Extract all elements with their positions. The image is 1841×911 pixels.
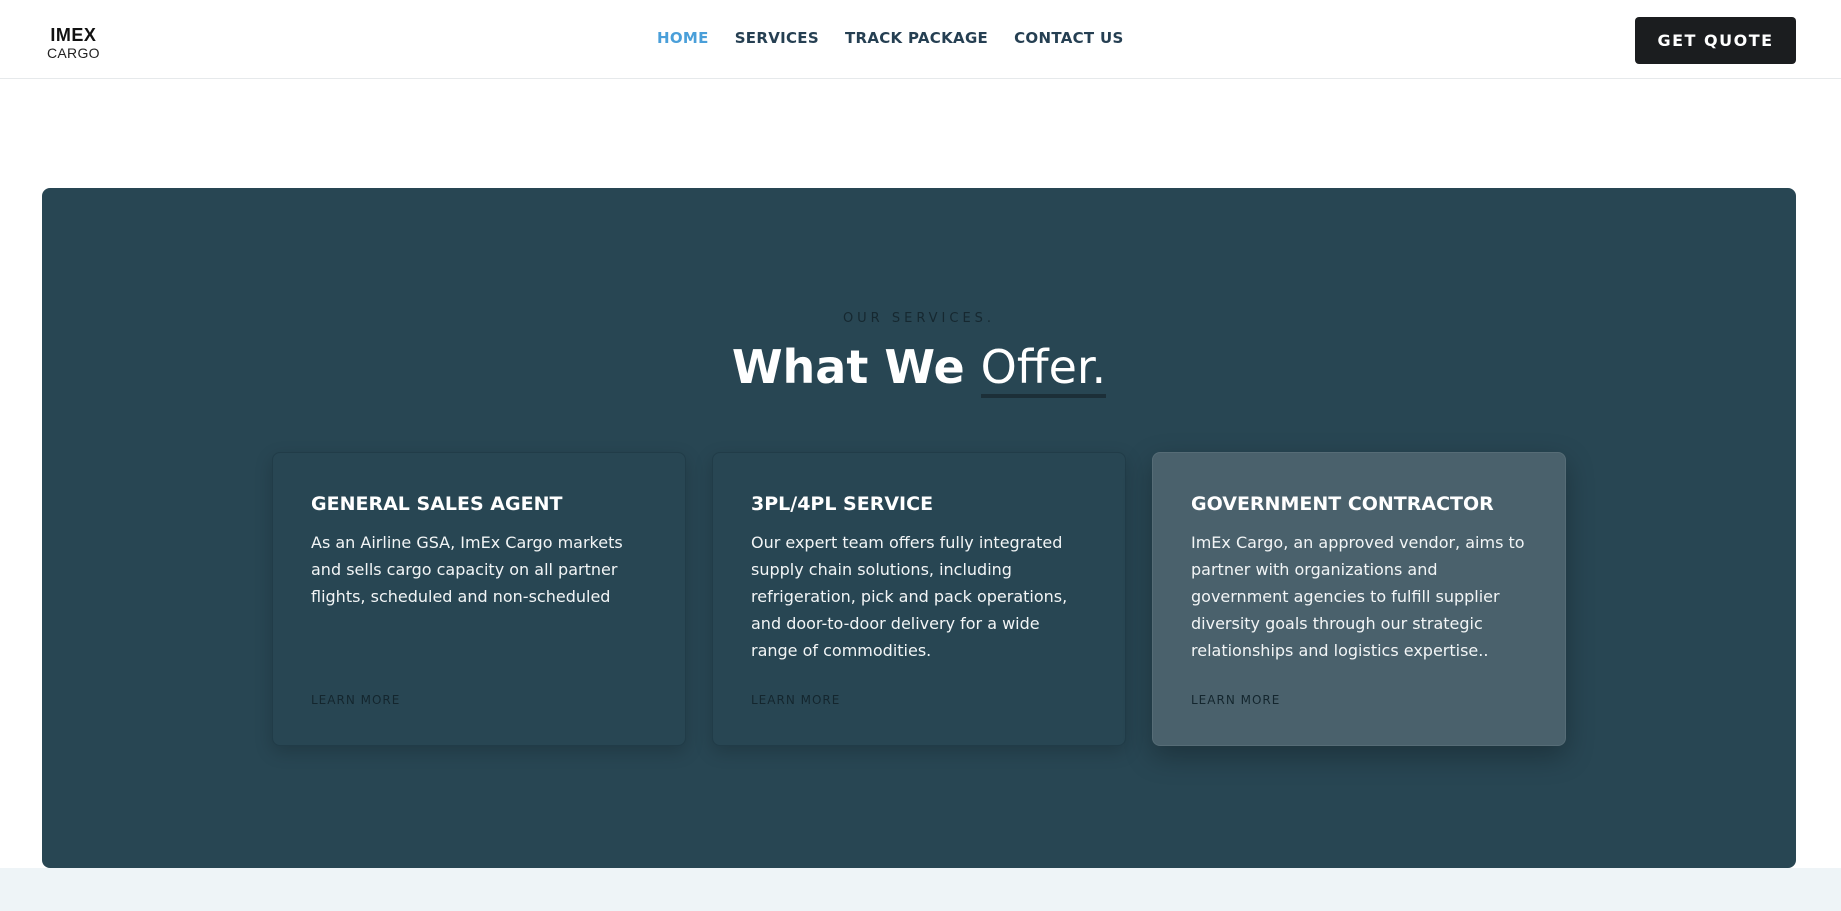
get-quote-button[interactable]: GET QUOTE [1635, 17, 1796, 64]
service-card-3pl-4pl[interactable]: 3PL/4PL SERVICE Our expert team offers f… [712, 452, 1126, 746]
card-title: 3PL/4PL SERVICE [751, 493, 934, 515]
heading-strong-text: What We [731, 340, 965, 394]
service-card-government-contractor[interactable]: GOVERNMENT CONTRACTOR ImEx Cargo, an app… [1152, 452, 1566, 746]
learn-more-link[interactable]: LEARN MORE [751, 693, 840, 707]
site-logo[interactable]: IMEX CARGO [47, 26, 100, 60]
service-card-general-sales-agent[interactable]: GENERAL SALES AGENT As an Airline GSA, I… [272, 452, 686, 746]
heading-light-text: Offer. [980, 340, 1107, 398]
card-title: GOVERNMENT CONTRACTOR [1191, 493, 1494, 515]
nav-home-link[interactable]: HOME [657, 29, 709, 47]
card-description: As an Airline GSA, ImEx Cargo markets an… [311, 533, 623, 606]
learn-more-link[interactable]: LEARN MORE [311, 693, 400, 707]
section-heading: What We Offer. [42, 340, 1796, 398]
logo-wordmark-top: IMEX [50, 25, 97, 45]
logo-wordmark-bottom: CARGO [47, 45, 100, 61]
nav-contact-us-link[interactable]: CONTACT US [1014, 29, 1123, 47]
learn-more-link[interactable]: LEARN MORE [1191, 693, 1280, 707]
nav-track-package-link[interactable]: TRACK PACKAGE [845, 29, 988, 47]
card-title: GENERAL SALES AGENT [311, 493, 563, 515]
card-description: ImEx Cargo, an approved vendor, aims to … [1191, 533, 1525, 660]
card-description: Our expert team offers fully integrated … [751, 533, 1068, 660]
next-section-band [0, 868, 1841, 911]
section-eyebrow: OUR SERVICES. [842, 311, 996, 326]
site-header: IMEX CARGO HOME SERVICES TRACK PACKAGE C… [0, 0, 1841, 79]
service-cards: GENERAL SALES AGENT As an Airline GSA, I… [272, 452, 1566, 746]
nav-services-link[interactable]: SERVICES [735, 29, 819, 47]
main-nav: HOME SERVICES TRACK PACKAGE CONTACT US [657, 29, 1124, 47]
services-section: OUR SERVICES. What We Offer. GENERAL SAL… [42, 188, 1796, 868]
